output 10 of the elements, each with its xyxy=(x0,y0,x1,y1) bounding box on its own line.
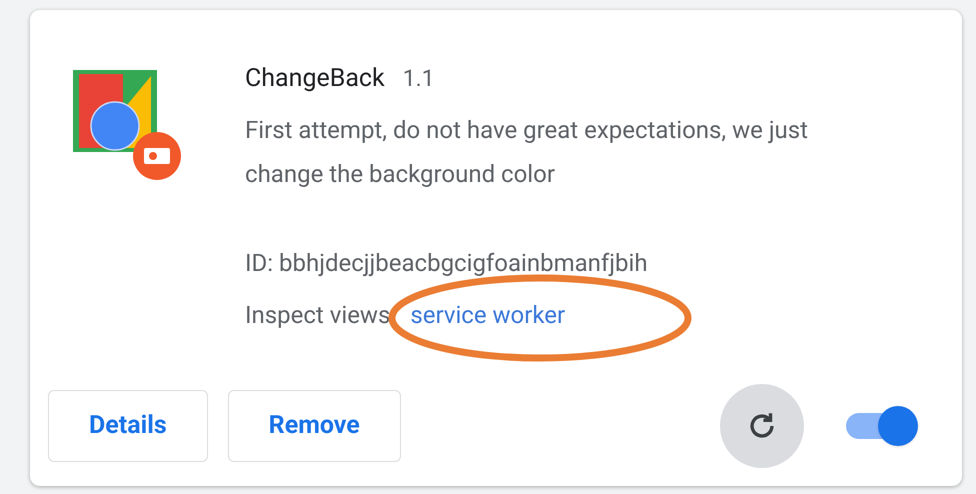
enable-toggle[interactable] xyxy=(844,406,918,446)
remove-button[interactable]: Remove xyxy=(228,390,401,462)
extension-id: ID: bbhjdecjjbeacbgcigfoainbmanfjbih xyxy=(245,248,649,278)
extension-name: ChangeBack xyxy=(245,63,385,95)
extension-description: First attempt, do not have great expectations, we just change the background color xyxy=(245,114,810,190)
inspect-views-label: Inspect views xyxy=(245,300,390,330)
extension-version: 1.1 xyxy=(402,64,435,94)
details-button[interactable]: Details xyxy=(48,390,208,462)
extension-logo-icon xyxy=(72,70,182,180)
service-worker-link[interactable]: service worker xyxy=(410,300,566,330)
